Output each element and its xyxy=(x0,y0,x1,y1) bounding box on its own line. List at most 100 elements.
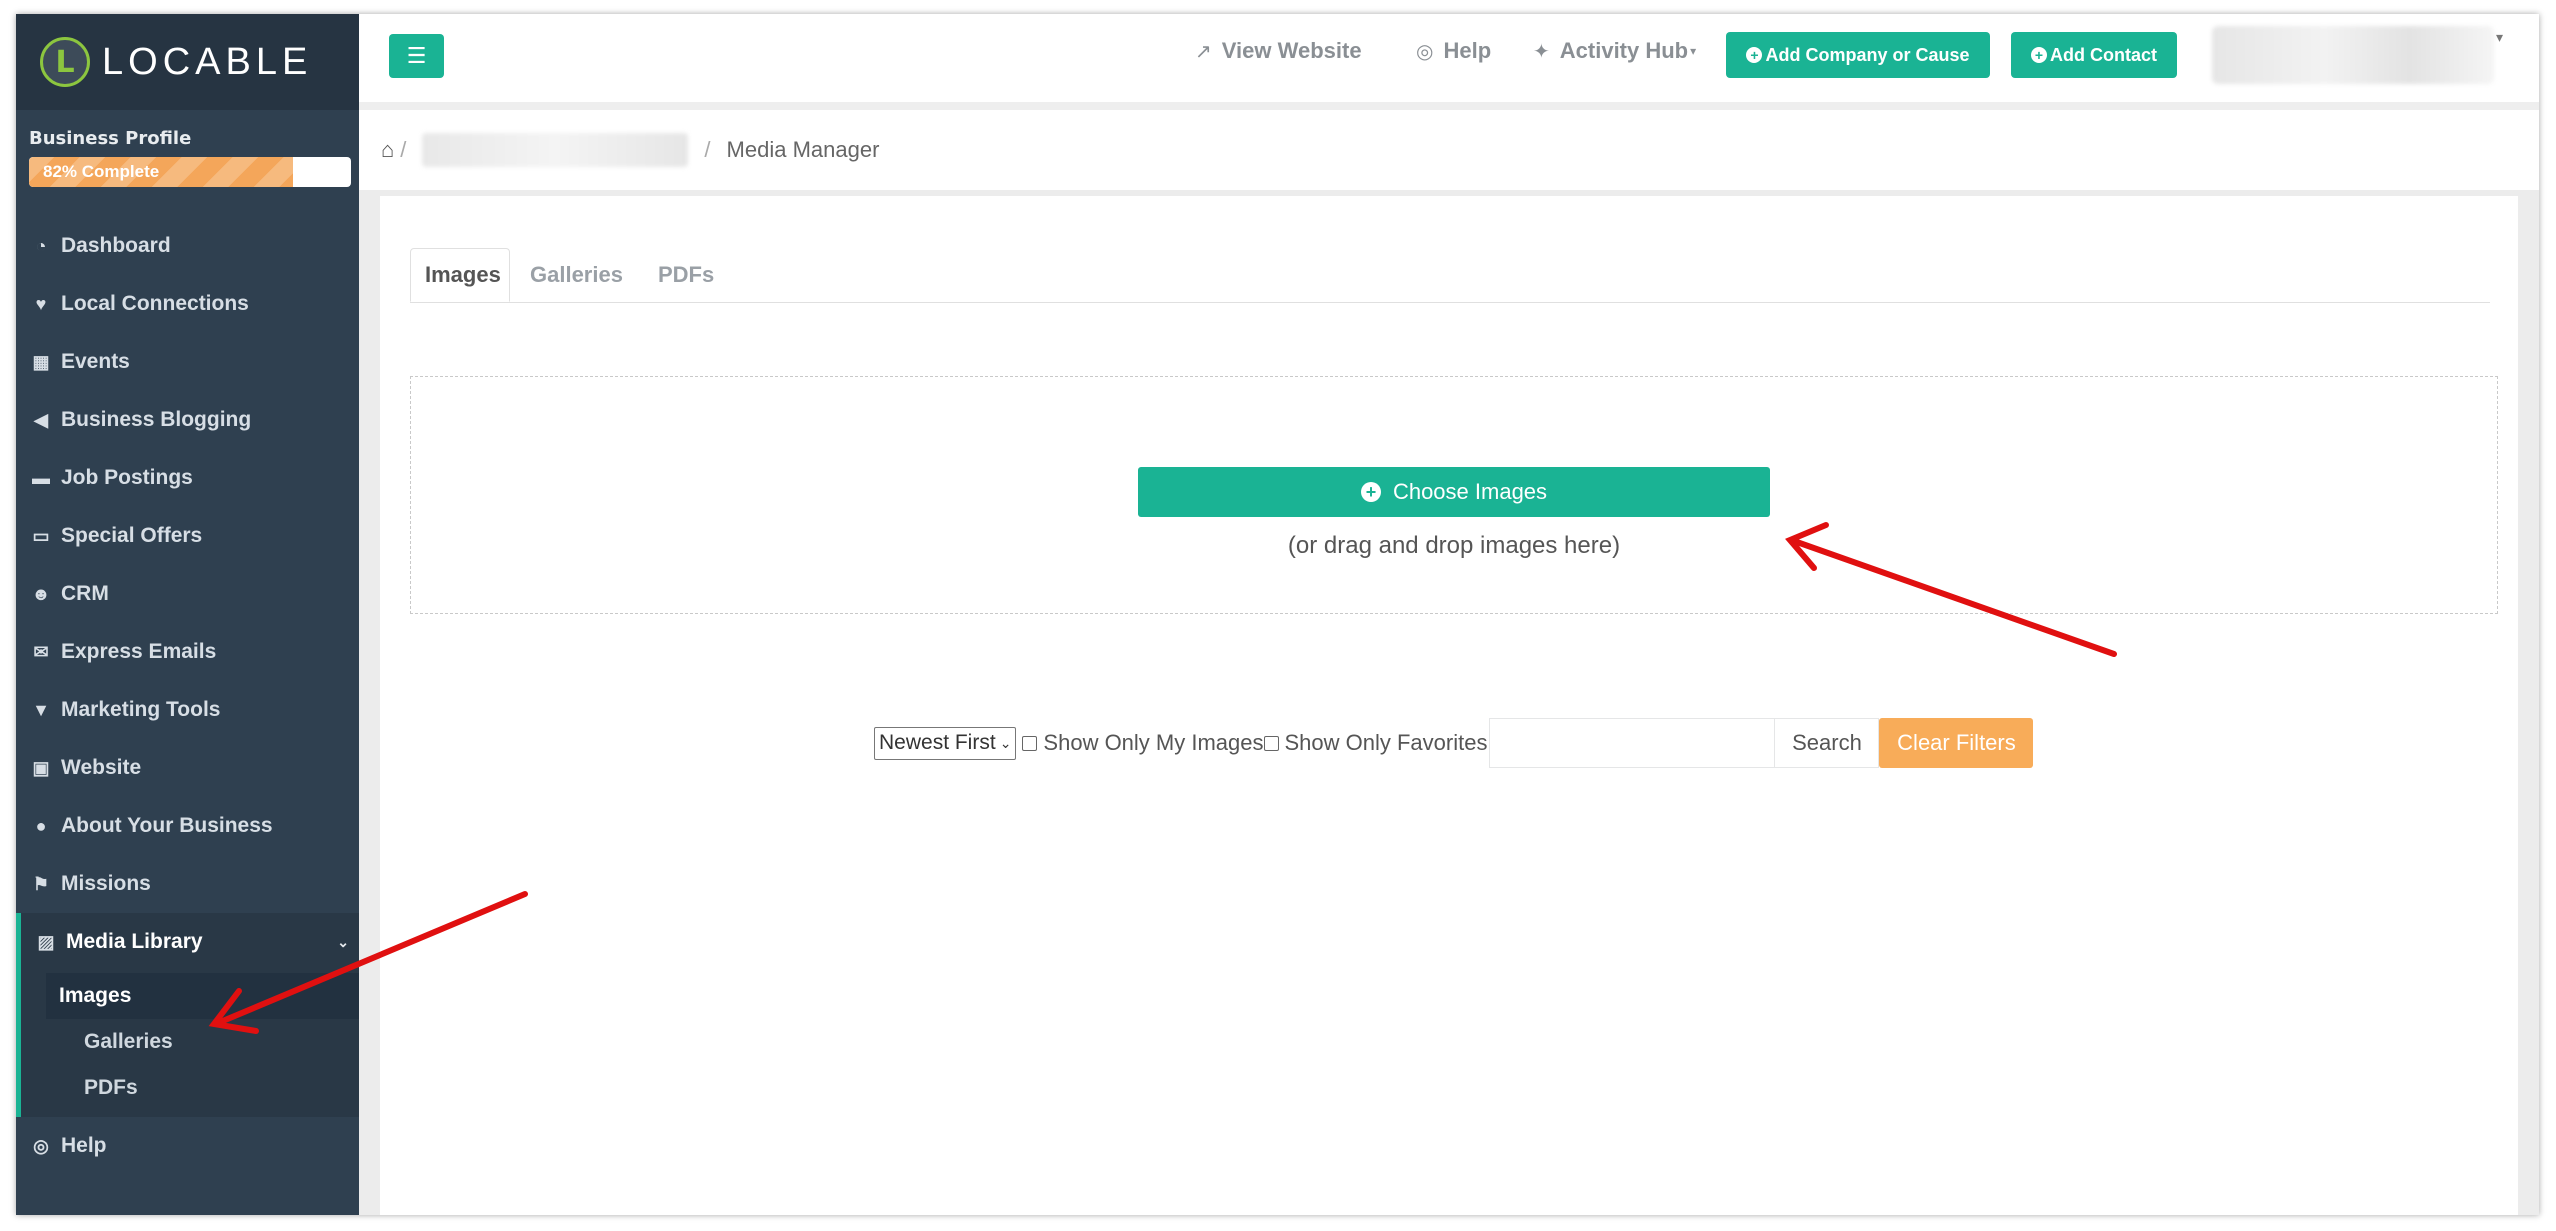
sidebar-item-crm[interactable]: ☻ CRM xyxy=(16,565,359,623)
monitor-icon: ▣ xyxy=(32,757,50,778)
sidebar-item-label: About Your Business xyxy=(61,814,273,837)
add-contact-button[interactable]: + Add Contact xyxy=(2011,32,2177,78)
sidebar: L LOCABLE Business Profile 82% Complete … xyxy=(16,14,359,1215)
tab-label: Galleries xyxy=(530,262,623,287)
user-menu[interactable] xyxy=(2212,26,2494,84)
caret-down-icon: ▾ xyxy=(2496,30,2504,46)
sidebar-item-label: Dashboard xyxy=(61,234,171,257)
sidebar-item-express-emails[interactable]: ✉ Express Emails xyxy=(16,623,359,681)
users-icon: ☻ xyxy=(31,583,51,604)
map-marker-icon: ● xyxy=(35,815,47,836)
show-my-images-option[interactable]: Show Only My Images xyxy=(1022,730,1264,756)
view-website-label: View Website xyxy=(1221,38,1362,63)
breadcrumb-separator: / xyxy=(400,137,407,162)
show-favorites-label: Show Only Favorites xyxy=(1284,730,1488,755)
external-link-icon: ↗ xyxy=(1195,40,1212,63)
sidebar-item-local-connections[interactable]: ♥ Local Connections xyxy=(16,275,359,333)
choose-images-button[interactable]: + Choose Images xyxy=(1138,467,1770,517)
sidebar-subitem-label: Images xyxy=(59,984,132,1007)
sidebar-item-label: Help xyxy=(61,1134,107,1157)
media-manager-panel: Images Galleries PDFs + Choose Images (o… xyxy=(380,196,2518,1215)
show-my-images-checkbox[interactable] xyxy=(1022,735,1038,751)
breadcrumb-business-link[interactable] xyxy=(422,133,689,167)
add-company-button[interactable]: + Add Company or Cause xyxy=(1726,32,1990,78)
search-button[interactable]: Search xyxy=(1775,718,1880,768)
show-my-images-label: Show Only My Images xyxy=(1043,730,1264,755)
locable-logo-icon: L xyxy=(40,37,90,87)
breadcrumb: ⌂ / / Media Manager xyxy=(359,110,2539,190)
profile-progress-fill: 82% Complete xyxy=(29,157,294,187)
menu-toggle-button[interactable]: ☰ xyxy=(389,34,444,78)
sort-select-value: Newest First xyxy=(879,731,996,754)
image-dropzone[interactable]: + Choose Images (or drag and drop images… xyxy=(410,376,2498,614)
clear-filters-button[interactable]: Clear Filters xyxy=(1879,718,2034,768)
sidebar-item-dashboard[interactable]: ◔ Dashboard xyxy=(16,217,359,275)
sidebar-item-help[interactable]: ◎ Help xyxy=(16,1117,359,1175)
walking-icon: ✦ xyxy=(1533,40,1550,63)
plus-circle-icon: + xyxy=(2031,47,2047,63)
calendar-icon: ▦ xyxy=(32,351,50,372)
caret-down-icon: ▾ xyxy=(1690,44,1697,58)
dashboard-icon: ◔ xyxy=(35,235,47,256)
sidebar-item-label: Local Connections xyxy=(61,292,249,315)
filter-icon: ▼ xyxy=(32,699,50,720)
envelope-icon: ✉ xyxy=(33,641,49,662)
media-tabs: Images Galleries PDFs xyxy=(410,248,2490,303)
chevron-down-icon: ⌄ xyxy=(337,933,349,950)
plus-circle-icon: + xyxy=(1360,482,1381,502)
clear-filters-label: Clear Filters xyxy=(1897,730,2016,755)
choose-images-label: Choose Images xyxy=(1392,479,1548,504)
app-window: L LOCABLE Business Profile 82% Complete … xyxy=(16,14,2539,1215)
plus-circle-icon: + xyxy=(1746,47,1763,63)
sidebar-item-label: Missions xyxy=(61,872,151,895)
sidebar-item-job-postings[interactable]: ▬ Job Postings xyxy=(16,449,359,507)
home-icon[interactable]: ⌂ xyxy=(381,137,394,163)
life-ring-icon: ◎ xyxy=(33,1135,49,1156)
add-contact-label: Add Contact xyxy=(2050,44,2157,65)
breadcrumb-current: Media Manager xyxy=(726,137,880,162)
logo[interactable]: L LOCABLE xyxy=(16,14,359,110)
sidebar-item-special-offers[interactable]: ▭ Special Offers xyxy=(16,507,359,565)
drag-drop-hint: (or drag and drop images here) xyxy=(1287,532,1621,559)
sidebar-item-label: Business Blogging xyxy=(61,408,252,431)
activity-hub-dropdown[interactable]: ✦ Activity Hub ▾ xyxy=(1533,38,1696,64)
sidebar-subitem-label: PDFs xyxy=(84,1076,138,1099)
sidebar-subitem-images[interactable]: Images xyxy=(46,973,359,1019)
brand-name: LOCABLE xyxy=(102,40,313,83)
ticket-icon: ▭ xyxy=(32,525,50,546)
top-navbar: ☰ ↗ View Website ◎ Help ✦ Activity Hub ▾… xyxy=(359,14,2539,110)
image-filters: Newest First ⌄ Show Only My Images Show … xyxy=(874,718,2034,768)
sidebar-item-missions[interactable]: ⚑ Missions xyxy=(16,855,359,913)
search-input[interactable] xyxy=(1489,718,1776,768)
help-label: Help xyxy=(1443,38,1492,63)
sidebar-item-marketing-tools[interactable]: ▼ Marketing Tools xyxy=(16,681,359,739)
sidebar-item-label: Marketing Tools xyxy=(61,698,221,721)
add-company-label: Add Company or Cause xyxy=(1765,44,1970,65)
help-link[interactable]: ◎ Help xyxy=(1416,38,1491,64)
sidebar-subitem-pdfs[interactable]: PDFs xyxy=(46,1065,359,1111)
sidebar-item-label: Events xyxy=(61,350,130,373)
sidebar-item-label: Media Library xyxy=(66,930,203,953)
sidebar-item-media-library[interactable]: ▨ Media Library ⌄ xyxy=(16,913,359,971)
activity-hub-label: Activity Hub xyxy=(1559,38,1689,63)
sidebar-item-business-blogging[interactable]: ◀ Business Blogging xyxy=(16,391,359,449)
profile-progress-bar: 82% Complete xyxy=(29,157,351,187)
tab-label: PDFs xyxy=(658,262,715,287)
show-favorites-option[interactable]: Show Only Favorites xyxy=(1263,730,1488,756)
view-website-link[interactable]: ↗ View Website xyxy=(1195,38,1362,64)
chevron-down-icon: ⌄ xyxy=(999,734,1012,751)
sort-select[interactable]: Newest First ⌄ xyxy=(874,726,1017,760)
business-profile-label: Business Profile xyxy=(29,128,192,149)
sidebar-item-website[interactable]: ▣ Website xyxy=(16,739,359,797)
sidebar-item-events[interactable]: ▦ Events xyxy=(16,333,359,391)
sidebar-subitem-galleries[interactable]: Galleries xyxy=(46,1019,359,1065)
tab-pdfs[interactable]: PDFs xyxy=(644,248,728,302)
heartbeat-icon: ♥ xyxy=(35,293,47,314)
tab-galleries[interactable]: Galleries xyxy=(516,248,637,302)
bullhorn-icon: ◀ xyxy=(34,409,48,430)
sidebar-item-about-your-business[interactable]: ● About Your Business xyxy=(16,797,359,855)
sidebar-item-label: CRM xyxy=(61,582,109,605)
sidebar-item-label: Website xyxy=(61,756,142,779)
tab-images[interactable]: Images xyxy=(410,248,510,302)
show-favorites-checkbox[interactable] xyxy=(1263,735,1279,751)
